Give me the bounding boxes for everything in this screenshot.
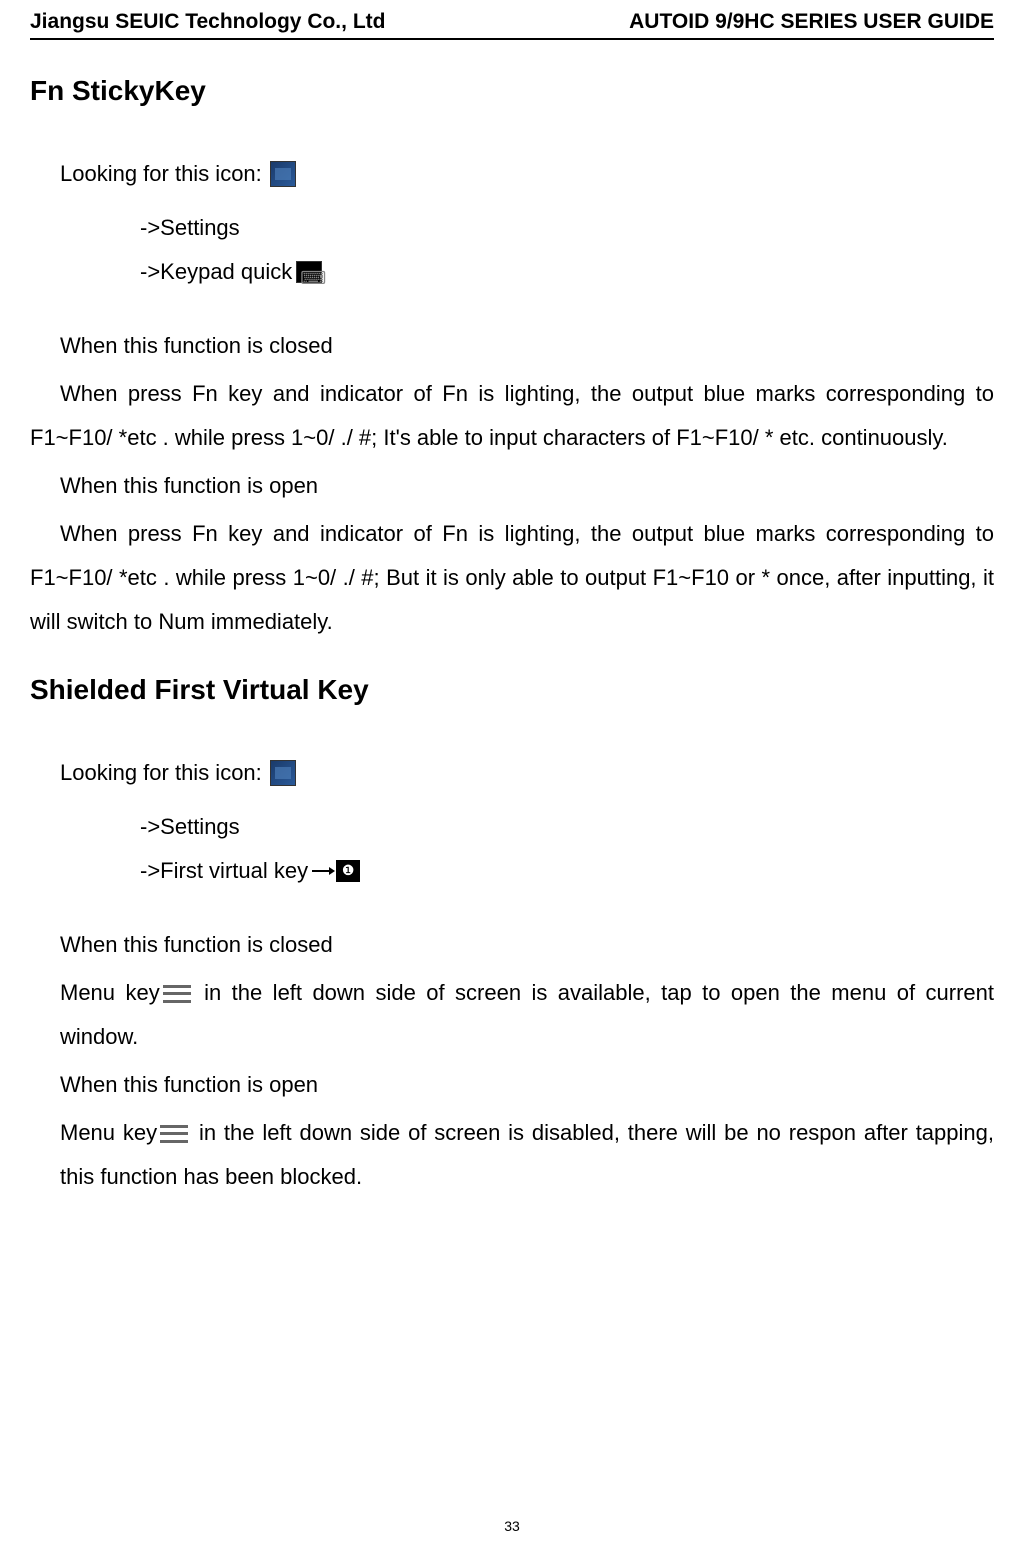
hamburger-menu-icon-2 [160,1125,188,1143]
fn-closed-paragraph: When press Fn key and indicator of Fn is… [30,372,994,460]
section-title-shielded-virtual-key: Shielded First Virtual Key [30,674,994,706]
header-right: AUTOID 9/9HC SERIES USER GUIDE [629,10,994,34]
keypad-icon [296,261,322,283]
virtual-key-arrow-icon: ❶ [312,860,360,882]
virtual-open-label: When this function is open [60,1063,994,1107]
header-left: Jiangsu SEUIC Technology Co., Ltd [30,10,385,34]
virtual-closed-paragraph: Menu key in the left down side of screen… [60,971,994,1059]
looking-text-2: Looking for this icon: [60,751,262,795]
fn-closed-label: When this function is closed [60,324,994,368]
app-icon [270,161,296,187]
hamburger-menu-icon [163,985,191,1003]
section1-content: Looking for this icon: ->Settings ->Keyp… [30,152,994,644]
nav-settings-2: ->Settings [140,805,994,849]
looking-text-1: Looking for this icon: [60,152,262,196]
section-title-fn-stickykey: Fn StickyKey [30,75,994,107]
fn-open-label: When this function is open [60,464,994,508]
nav-settings-1: ->Settings [140,206,994,250]
virtual-open-paragraph: Menu key in the left down side of screen… [60,1111,994,1199]
looking-for-icon-line-2: Looking for this icon: [60,751,994,795]
page-header: Jiangsu SEUIC Technology Co., Ltd AUTOID… [30,10,994,40]
looking-for-icon-line-1: Looking for this icon: [60,152,994,196]
app-icon-2 [270,760,296,786]
nav-keypad-quick: ->Keypad quick [140,250,994,294]
section2-content: Looking for this icon: ->Settings ->Firs… [30,751,994,1199]
nav-first-virtual-key: ->First virtual key ❶ [140,849,994,893]
fn-open-paragraph: When press Fn key and indicator of Fn is… [30,512,994,644]
virtual-closed-label: When this function is closed [60,923,994,967]
page-number: 33 [504,1518,520,1534]
